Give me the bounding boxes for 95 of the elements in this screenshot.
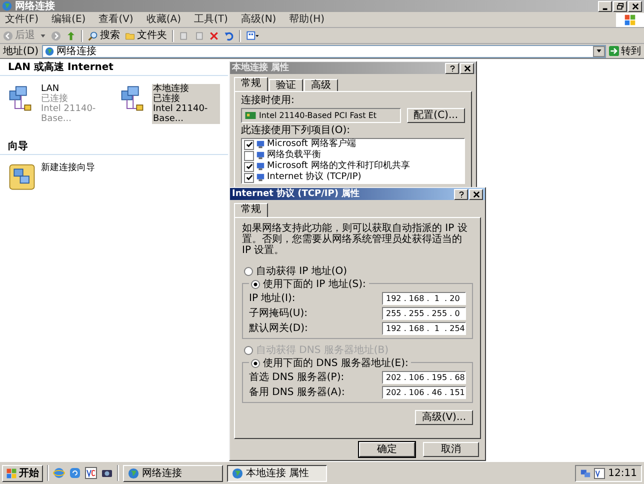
delete-icon[interactable] (209, 30, 219, 40)
connection-label[interactable]: 本地连接 已连接 Intel 21140-Base... (152, 84, 220, 124)
tab[interactable]: 高级 (304, 79, 338, 91)
dialog-title: Internet 协议 (TCP/IP) 属性 (232, 188, 360, 200)
minimize-button[interactable] (598, 0, 612, 12)
section-heading: LAN 或高速 Internet (0, 59, 228, 76)
app-icon[interactable] (85, 467, 97, 479)
ip-address-field[interactable]: 202 . 106 . 195 . 68 (382, 371, 466, 384)
windows-logo-icon (6, 468, 17, 478)
arrow-icon (609, 46, 619, 56)
search-button[interactable]: 搜索 (88, 30, 120, 41)
help-button[interactable] (454, 188, 468, 200)
windows-logo-icon (624, 14, 636, 26)
taskbar-button[interactable]: 本地连接 属性 (227, 464, 327, 482)
configure-button[interactable]: 配置(C)... (406, 108, 465, 123)
ip-address-field[interactable]: 255 . 255 . 255 . 0 (382, 307, 466, 320)
dialog-button[interactable]: 取消 (423, 442, 479, 457)
checkbox[interactable] (244, 140, 254, 150)
connection-label[interactable]: LAN 已连接 Intel 21140-Base... (40, 84, 108, 124)
checkbox[interactable] (244, 162, 254, 172)
wizard-icon[interactable] (8, 163, 36, 191)
component-label[interactable]: 网络负载平衡 (267, 150, 321, 161)
ip-address-field[interactable]: 202 . 106 . 46 . 151 (382, 386, 466, 399)
undo-icon[interactable] (224, 30, 234, 40)
adapter-name: Intel 21140-Based PCI Fast Et (259, 110, 377, 121)
folder-icon (125, 30, 135, 40)
computer-icon (256, 151, 265, 160)
refresh-icon[interactable] (69, 467, 81, 479)
close-icon (464, 64, 470, 72)
restore-icon (616, 2, 624, 10)
app-icon[interactable] (594, 468, 606, 478)
field-label: 默认网关(D): (249, 323, 308, 334)
address-field[interactable]: 网络连接 (42, 44, 606, 58)
computer-icon (256, 162, 265, 171)
menu-item[interactable]: 帮助(H) (289, 14, 325, 25)
components-label: 此连接使用下列项目(O): (241, 125, 352, 136)
close-icon (632, 2, 638, 10)
computer-icon (256, 140, 265, 149)
menu-item[interactable]: 收藏(A) (146, 14, 181, 25)
network-icon[interactable] (580, 468, 592, 478)
globe-icon (128, 468, 139, 478)
component-label[interactable]: Microsoft 网络客户端 (267, 139, 356, 150)
dropdown-button[interactable] (593, 46, 605, 56)
tab[interactable]: 验证 (269, 79, 303, 91)
computer-icon (256, 173, 265, 182)
start-button[interactable]: 开始 (2, 464, 43, 482)
ip-address-field[interactable]: 192 . 168 . 1 . 254 (382, 322, 466, 335)
close-icon (472, 190, 480, 198)
caret-icon[interactable] (40, 32, 46, 38)
help-icon (458, 190, 464, 198)
clock: 12:11 (608, 468, 637, 478)
field-label: 备用 DNS 服务器(A): (249, 387, 345, 398)
field-label: 子网掩码(U): (249, 308, 308, 319)
go-button[interactable]: 转到 (609, 46, 641, 56)
radio-button[interactable]: 使用下面的 IP 地址(S): (249, 278, 369, 290)
dialog-button[interactable]: 确定 (359, 442, 415, 457)
component-label[interactable]: Internet 协议 (TCP/IP) (267, 172, 362, 183)
taskbar-button[interactable]: 网络连接 (123, 464, 223, 482)
checkbox[interactable] (244, 172, 254, 182)
component-label[interactable]: Microsoft 网络的文件和打印机共享 (267, 161, 410, 172)
folders-button[interactable]: 文件夹 (125, 30, 167, 41)
description-text: 如果网络支持此功能，则可以获取自动指派的 IP 设置。否则，您需要从网络系统管理员处获得适当的 IP 设置。 (242, 223, 468, 256)
advanced-button[interactable]: 高级(V)... (414, 410, 473, 425)
window-title: 网络连接 (15, 0, 55, 12)
menu-item[interactable]: 高级(N) (240, 14, 276, 25)
globe-icon (232, 468, 243, 478)
globe-icon (44, 46, 54, 56)
tab[interactable]: 常规 (234, 77, 268, 91)
restore-button[interactable] (613, 0, 627, 12)
menu-item[interactable]: 查看(V) (98, 14, 134, 25)
section-heading: 向导 (0, 138, 228, 155)
radio-button[interactable]: 自动获得 IP 地址(O) (242, 265, 473, 277)
connection-label[interactable]: 新建连接向导 (40, 163, 96, 173)
search-icon (88, 30, 98, 40)
menu-item[interactable]: 编辑(E) (52, 14, 86, 25)
camera-icon[interactable] (101, 467, 113, 479)
network-card-icon (245, 112, 256, 119)
field-label: 首选 DNS 服务器(P): (249, 372, 344, 383)
connect-using-label: 连接时使用: (241, 95, 296, 106)
tab[interactable]: 常规 (234, 203, 268, 217)
views-icon[interactable] (246, 30, 260, 40)
close-button[interactable] (469, 188, 483, 200)
address-label: 地址(D) (3, 46, 39, 56)
radio-button[interactable]: 使用下面的 DNS 服务器地址(E): (249, 357, 412, 369)
close-button[interactable] (628, 0, 642, 12)
check-icon (246, 141, 252, 148)
ip-address-field[interactable]: 192 . 168 . 1 . 20 (382, 292, 466, 305)
dialog-title: 本地连接 属性 (232, 62, 290, 74)
menu-item[interactable]: 工具(T) (194, 14, 228, 25)
menu-item[interactable]: 文件(F) (5, 14, 39, 25)
globe-icon (2, 1, 12, 11)
checkbox[interactable] (244, 150, 254, 160)
field-label: IP 地址(I): (249, 293, 296, 304)
help-icon (448, 64, 456, 72)
caret-icon (596, 48, 602, 54)
